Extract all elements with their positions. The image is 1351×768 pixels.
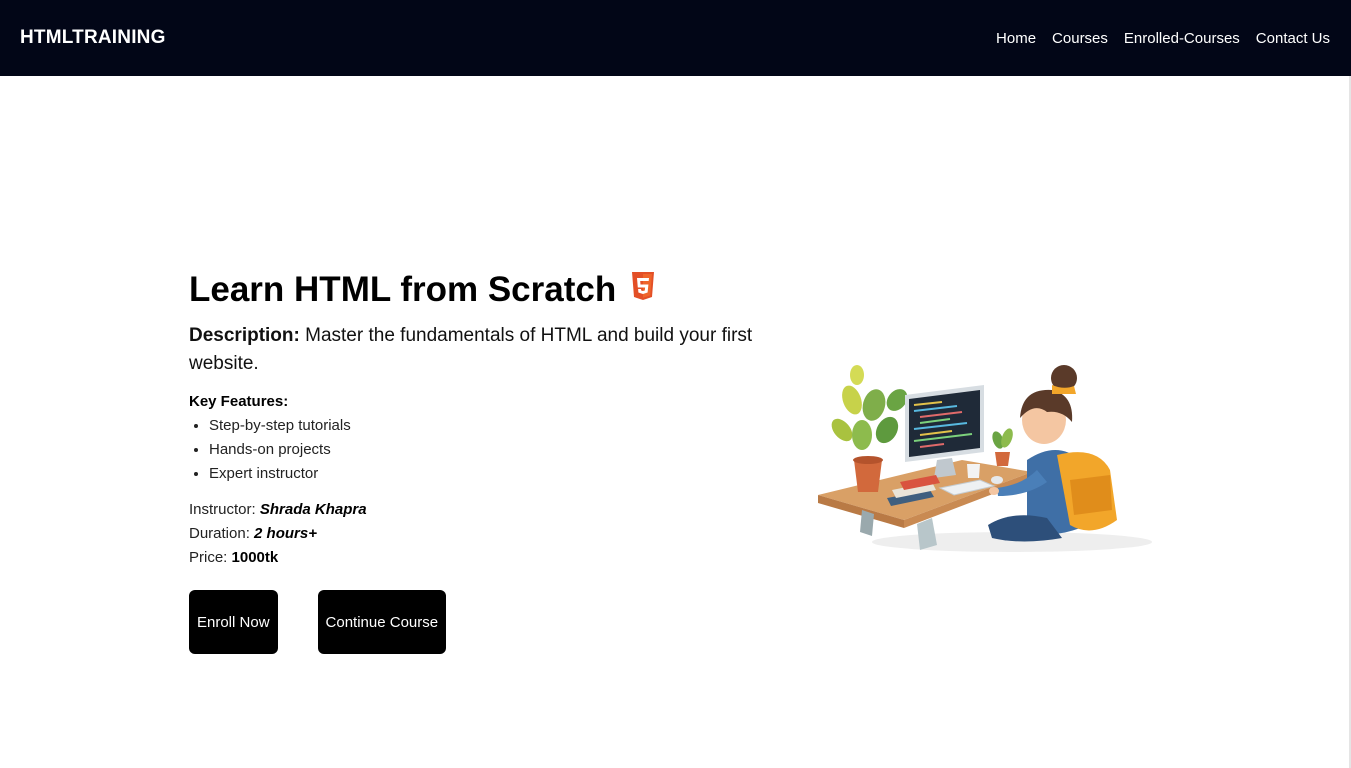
instructor-row: Instructor: Shrada Khapra xyxy=(189,498,769,522)
nav-links: Home Courses Enrolled-Courses Contact Us xyxy=(996,30,1330,47)
title-row: Learn HTML from Scratch xyxy=(189,270,769,310)
top-navbar: HTMLTRAINING Home Courses Enrolled-Cours… xyxy=(0,0,1351,76)
nav-link-contact-us[interactable]: Contact Us xyxy=(1256,30,1330,47)
feature-item: Step-by-step tutorials xyxy=(209,414,769,438)
price-value: 1000tk xyxy=(231,549,279,566)
duration-value: 2 hours+ xyxy=(254,525,317,542)
brand-logo[interactable]: HTMLTRAINING xyxy=(20,27,166,49)
features-list: Step-by-step tutorials Hands-on projects… xyxy=(189,414,769,486)
price-label: Price: xyxy=(189,549,232,566)
nav-link-enrolled-courses[interactable]: Enrolled-Courses xyxy=(1124,30,1240,47)
instructor-label: Instructor: xyxy=(189,501,260,518)
feature-item: Expert instructor xyxy=(209,462,769,486)
price-row: Price: 1000tk xyxy=(189,546,769,570)
features-heading: Key Features: xyxy=(189,393,289,410)
enroll-now-button[interactable]: Enroll Now xyxy=(189,590,278,654)
html5-icon xyxy=(632,272,655,300)
course-meta: Instructor: Shrada Khapra Duration: 2 ho… xyxy=(189,498,769,570)
course-hero: Learn HTML from Scratch Description: Mas… xyxy=(189,270,769,654)
description-label: Description: xyxy=(189,325,300,346)
feature-item: Hands-on projects xyxy=(209,438,769,462)
nav-link-home[interactable]: Home xyxy=(996,30,1036,47)
nav-link-courses[interactable]: Courses xyxy=(1052,30,1108,47)
course-description: Description: Master the fundamentals of … xyxy=(189,322,769,378)
action-buttons: Enroll Now Continue Course xyxy=(189,590,769,654)
duration-label: Duration: xyxy=(189,525,255,542)
instructor-name: Shrada Khapra xyxy=(259,501,367,518)
duration-row: Duration: 2 hours+ xyxy=(189,522,769,546)
continue-course-button[interactable]: Continue Course xyxy=(317,590,447,654)
coding-girl-illustration xyxy=(818,365,1152,552)
course-title: Learn HTML from Scratch xyxy=(189,270,617,309)
